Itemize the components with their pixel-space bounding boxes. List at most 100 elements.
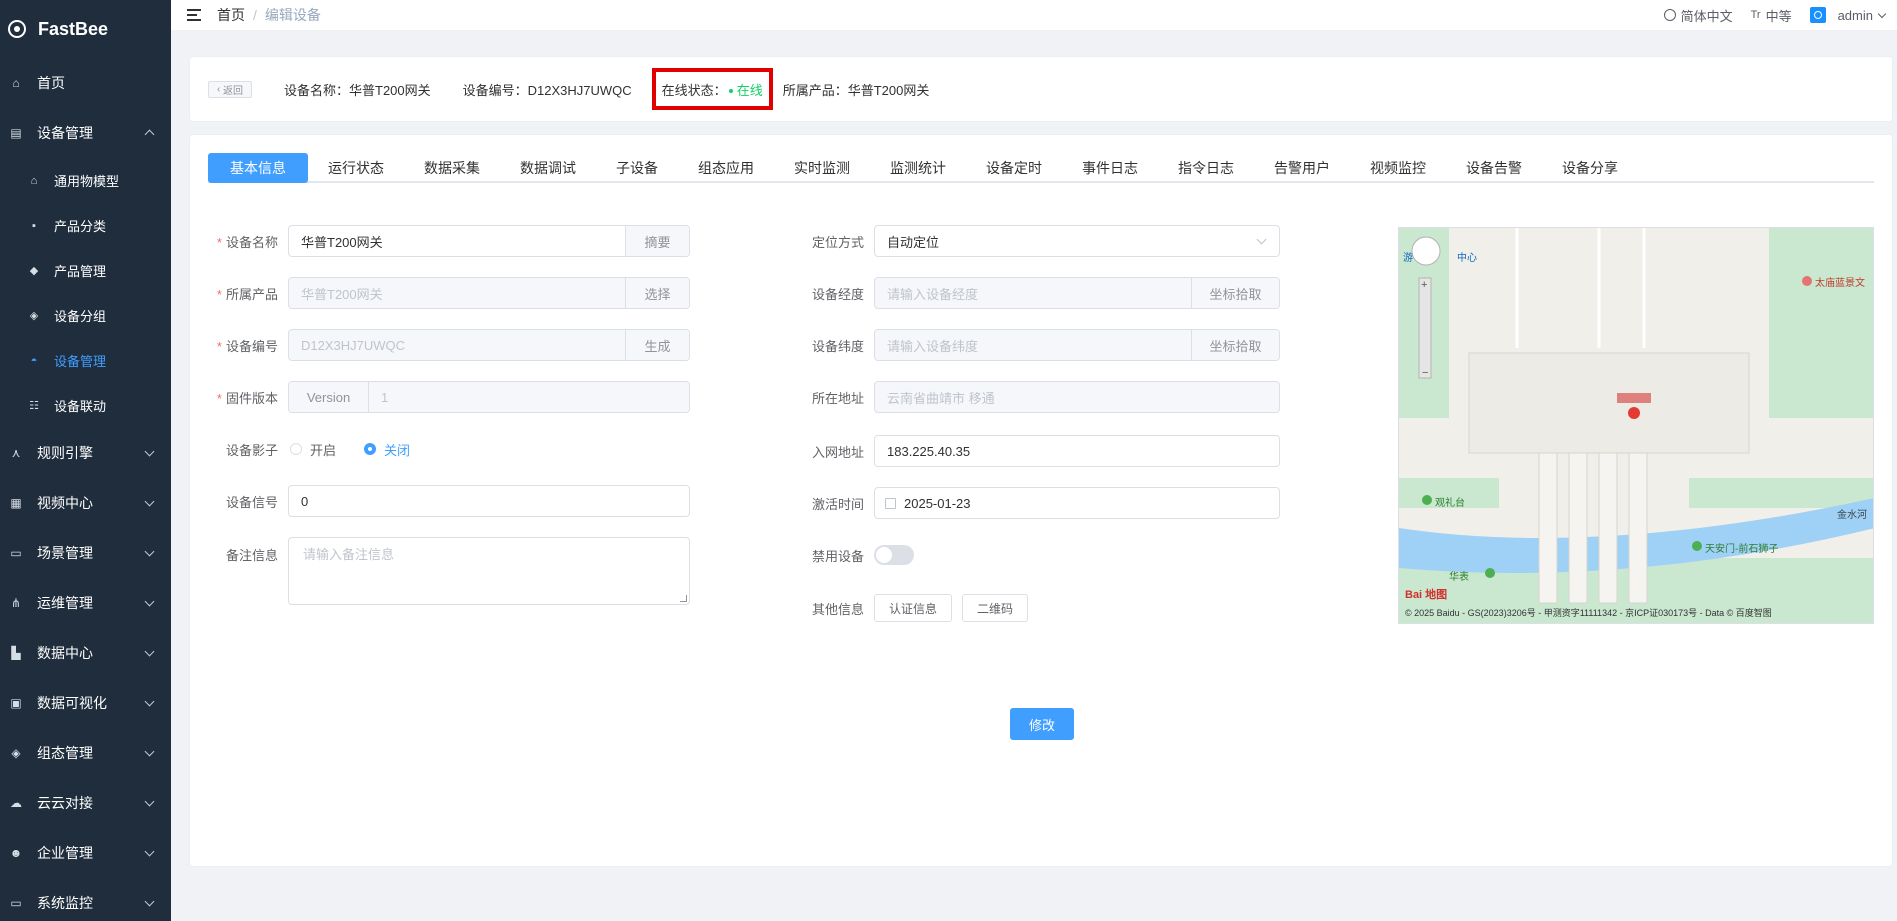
label-address: 所在地址 [811, 390, 864, 406]
sidebar-item-home[interactable]: ⌂ 首页 [0, 58, 171, 108]
sidebar-subitem-model[interactable]: ⌂ 通用物模型 [0, 158, 171, 203]
select-product-button[interactable]: 选择 [625, 278, 689, 308]
cert-info-button[interactable]: 认证信息 [874, 594, 953, 622]
tab-event-log[interactable]: 事件日志 [1062, 153, 1158, 183]
sidebar-item-monitor[interactable]: ▭ 系统监控 [0, 878, 171, 921]
status-value: 在线 [736, 82, 763, 98]
chevron-down-icon [144, 496, 155, 507]
sidebar-subitem-group[interactable]: ◈ 设备分组 [0, 293, 171, 338]
svg-text:−: − [1422, 367, 1428, 379]
shadow-off-radio[interactable]: 关闭 [364, 440, 410, 459]
generate-serial-button[interactable]: 生成 [625, 330, 689, 360]
map-poi-label: 金水河 [1837, 510, 1867, 521]
sidebar-item-label: 设备管理 [37, 125, 93, 141]
language-switch[interactable]: 简体中文 [1663, 6, 1733, 25]
location-map[interactable]: + − 太庙蓝景文 观礼台 天安门-前石狮子 金水河 中心 游 华表 Bai 地… [1398, 227, 1874, 624]
sidebar-item-label: 企业管理 [37, 845, 93, 861]
tab-config-app[interactable]: 组态应用 [678, 153, 774, 183]
sidebar-item-ops[interactable]: ⋔ 运维管理 [0, 578, 171, 628]
sidebar-item-device[interactable]: ▤ 设备管理 [0, 108, 171, 158]
latitude-field: 请输入设备纬度 坐标拾取 [874, 329, 1280, 361]
tab-sub-device[interactable]: 子设备 [596, 153, 678, 183]
row-longitude: 设备经度 请输入设备经度 坐标拾取 [810, 277, 1280, 309]
firmware-value: 1 [381, 389, 389, 405]
sidebar-item-config[interactable]: ◈ 组态管理 [0, 728, 171, 778]
chevron-down-icon [144, 746, 155, 757]
tab-run-status[interactable]: 运行状态 [308, 153, 404, 183]
pick-coordinate-button[interactable]: 坐标拾取 [1191, 330, 1279, 360]
sidebar-item-data[interactable]: ▙ 数据中心 [0, 628, 171, 678]
qrcode-button[interactable]: 二维码 [962, 594, 1029, 622]
activate-date-field[interactable]: 2025-01-23 [874, 487, 1280, 519]
svg-text:+: + [1421, 279, 1427, 291]
sidebar-item-visual[interactable]: ▣ 数据可视化 [0, 678, 171, 728]
tab-device-share[interactable]: 设备分享 [1542, 153, 1638, 183]
pick-coordinate-button[interactable]: 坐标拾取 [1191, 278, 1279, 308]
back-button[interactable]: ‹ 返回 [208, 80, 252, 98]
label-longitude: 设备经度 [811, 286, 864, 302]
size-switch[interactable]: Tr 中等 [1751, 6, 1792, 25]
ip-field[interactable]: 183.225.40.35 [874, 435, 1280, 467]
tab-command-log[interactable]: 指令日志 [1158, 153, 1254, 183]
sidebar-subitem-category[interactable]: ▪ 产品分类 [0, 203, 171, 248]
back-label: 返回 [223, 85, 244, 97]
tab-data-debug[interactable]: 数据调试 [500, 153, 596, 183]
map-poi-label: 游 [1403, 253, 1413, 264]
row-disable: 禁用设备 [810, 545, 914, 565]
breadcrumb-home[interactable]: 首页 [217, 5, 245, 25]
version-prefix: Version [289, 382, 369, 412]
hamburger-icon[interactable] [187, 9, 201, 21]
sidebar-item-video[interactable]: ▦ 视频中心 [0, 478, 171, 528]
submit-button[interactable]: 修改 [1010, 708, 1074, 740]
tab-video-monitor[interactable]: 视频监控 [1350, 153, 1446, 183]
remark-textarea[interactable]: 请输入备注信息 [288, 537, 690, 605]
user-menu[interactable]: admin [1809, 7, 1887, 23]
product-field: 华普T200网关 选择 [288, 277, 690, 309]
sidebar-item-label: 设备分组 [54, 309, 107, 324]
signal-field[interactable]: 0 [288, 485, 690, 517]
sidebar-item-label: 数据中心 [37, 645, 93, 661]
sidebar-subitem-device-mgmt[interactable]: ◓ 设备管理 [0, 338, 171, 383]
chevron-up-icon [144, 129, 155, 140]
label-firmware: * 固件版本 [216, 390, 278, 406]
breadcrumb: 首页 / 编辑设备 [217, 5, 321, 25]
tab-realtime-monitor[interactable]: 实时监测 [774, 153, 870, 183]
online-status-highlight: 在线状态： 在线 [651, 68, 773, 110]
row-signal: 设备信号 0 [210, 485, 690, 517]
chevron-down-icon [1877, 9, 1887, 18]
label-device-name: * 设备名称 [216, 234, 278, 250]
device-submenu: ⌂ 通用物模型 ▪ 产品分类 ◆ 产品管理 ◈ 设备分组 ◓ 设备管理 ☷ 设备联动 [0, 158, 171, 428]
row-ip: 入网地址 183.225.40.35 [810, 435, 1280, 467]
header-device-name: 设备名称：华普T200网关 [284, 82, 431, 98]
sidebar-item-cloud[interactable]: ☁ 云云对接 [0, 778, 171, 828]
summary-button[interactable]: 摘要 [625, 226, 689, 256]
shadow-on-radio[interactable]: 开启 [290, 440, 336, 459]
map-poi-label: 天安门-前石狮子 [1705, 544, 1779, 555]
locate-select[interactable]: 自动定位 [874, 225, 1280, 257]
sidebar-item-enterprise[interactable]: ☻ 企业管理 [0, 828, 171, 878]
app-logo[interactable]: FastBee [0, 0, 171, 58]
label-disable: 禁用设备 [811, 548, 864, 564]
sidebar-subitem-linkage[interactable]: ☷ 设备联动 [0, 383, 171, 428]
baidu-logo: Bai 地图 [1405, 589, 1448, 601]
map-poi-label: 太庙蓝景文 [1815, 278, 1865, 289]
firmware-field: Version 1 [288, 381, 690, 413]
row-device-name: * 设备名称 华普T200网关 摘要 [210, 225, 690, 257]
monitor-icon: ▭ [10, 896, 22, 910]
chevron-down-icon [144, 646, 155, 657]
chevron-down-icon [144, 796, 155, 807]
sidebar-subitem-product[interactable]: ◆ 产品管理 [0, 248, 171, 293]
tab-data-collect[interactable]: 数据采集 [404, 153, 500, 183]
tab-device-alert[interactable]: 设备告警 [1446, 153, 1542, 183]
product-icon: ◆ [29, 265, 39, 277]
disable-switch[interactable] [874, 545, 914, 565]
app-name: FastBee [38, 18, 109, 39]
sidebar-item-scene[interactable]: ▭ 场景管理 [0, 528, 171, 578]
tab-alert-users[interactable]: 告警用户 [1254, 153, 1350, 183]
sidebar-item-label: 产品管理 [54, 264, 107, 279]
sidebar-item-rule[interactable]: ⋏ 规则引擎 [0, 428, 171, 478]
device-name-field[interactable]: 华普T200网关 摘要 [288, 225, 690, 257]
tab-monitor-stats[interactable]: 监测统计 [870, 153, 966, 183]
tab-basic-info[interactable]: 基本信息 [208, 153, 308, 183]
tab-device-timer[interactable]: 设备定时 [966, 153, 1062, 183]
